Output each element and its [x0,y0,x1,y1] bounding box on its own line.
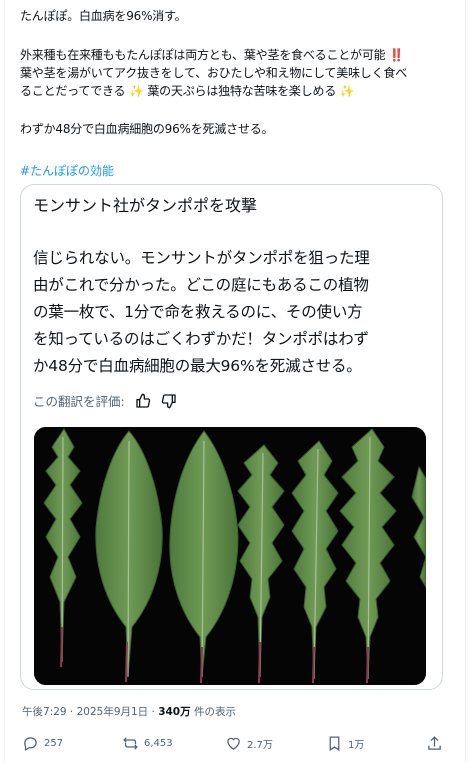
retweet-button[interactable]: 6,453 [122,735,173,752]
card-title: モンサント社がタンポポを攻撃 [33,196,258,215]
card-body-line: を知っているのはごくわずかだ！タンポポはわず [33,330,369,348]
card-body-line: か48分で白血病細胞の最大96%を死滅させる。 [33,357,362,375]
card-body-line: の葉一枚で、1分で命を救えるのに、その使い方 [33,303,363,321]
reply-count: 257 [44,738,64,749]
action-bar: 257 6,453 2.7万 1万 [22,735,446,757]
post-line: 外来種も在来種ももたんぽぽは両方とも、葉や茎を食べることが可能 ‼️ [20,48,404,62]
rate-label: この翻訳を評価: [33,394,125,409]
post-line: たんぽぽ。白血病を96%消す。 [20,9,187,23]
frame-border-left [4,0,5,762]
share-icon [428,736,441,750]
card-body: 信じられない。モンサントがタンポポを狙った理 由がこれで分かった。どこの庭にもあ… [33,245,433,380]
view-label: 件の表示 [190,706,236,718]
post-meta: 午後7:29 · 2025年9月1日 · 340万 件の表示 [22,704,236,719]
like-icon [227,737,240,750]
retweet-count: 6,453 [144,738,173,749]
translation-rating: この翻訳を評価: [33,391,177,410]
reply-icon [24,737,37,752]
bookmark-count: 1万 [348,740,365,751]
bookmark-icon [329,736,340,752]
quoted-card[interactable]: モンサント社がタンポポを攻撃 信じられない。モンサントがタンポポを狙った理 由が… [20,184,443,690]
post-timestamp[interactable]: 午後7:29 · 2025年9月1日 · [22,706,158,718]
post-line: ることだってできる ✨ 葉の天ぷらは独特な苦味を楽しめる ✨ [20,84,355,98]
retweet-icon [123,737,138,750]
reply-button[interactable]: 257 [22,735,63,752]
dandelion-leaves-image[interactable] [34,427,426,685]
share-button[interactable] [426,735,443,752]
post-line: 葉や茎を湯がいてアク抜きをして、おひたしや和え物にして美味しく食べ [20,66,408,80]
thumbs-up-icon[interactable] [135,393,151,409]
card-body-line: 由がこれで分かった。どこの庭にもあるこの植物 [33,276,369,294]
like-count: 2.7万 [247,740,273,751]
frame-border-right [465,0,466,762]
post-line: わずか48分で白血病細胞の96%を死滅させる。 [20,122,274,136]
hashtag-link[interactable]: #たんぽぽの効能 [20,162,450,180]
card-body-line: 信じられない。モンサントがタンポポを狙った理 [33,249,370,267]
like-button[interactable]: 2.7万 [225,735,273,752]
thumbs-down-icon[interactable] [161,393,177,409]
bookmark-button[interactable]: 1万 [326,735,364,752]
post-text: たんぽぽ。白血病を96%消す。 外来種も在来種ももたんぽぽは両方とも、葉や茎を食… [20,0,450,180]
view-count: 340万 [158,706,191,718]
